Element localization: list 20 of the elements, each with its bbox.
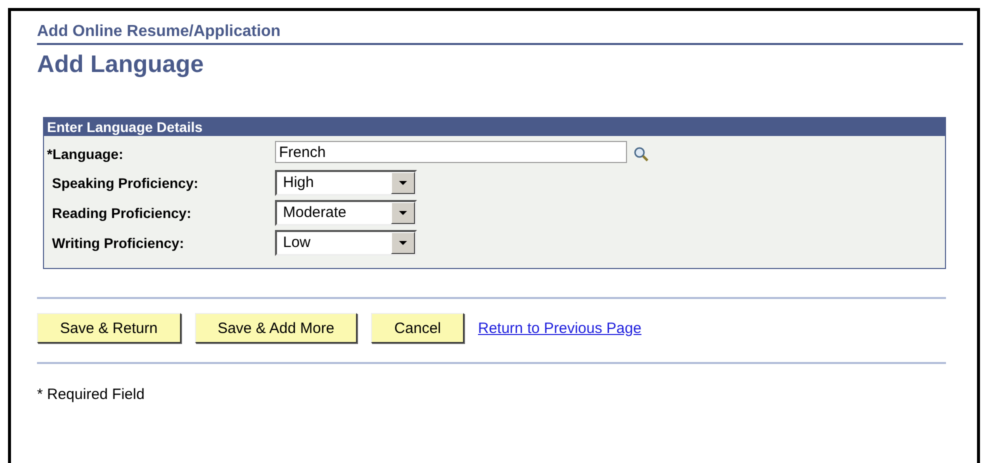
- required-note: * Required Field: [37, 386, 146, 403]
- proficiency-dropdown[interactable]: Moderate: [275, 200, 417, 226]
- caret-icon: [399, 181, 407, 185]
- field-label: *Language:: [47, 146, 124, 162]
- action-button[interactable]: Save & Return: [37, 313, 181, 343]
- page-title: Add Language: [37, 51, 205, 79]
- action-button[interactable]: Save & Add More: [194, 313, 358, 343]
- action-button[interactable]: Cancel: [371, 313, 464, 343]
- field-label: Writing Proficiency:: [51, 235, 185, 251]
- field-label: Speaking Proficiency:: [51, 175, 200, 191]
- proficiency-dropdown[interactable]: High: [275, 170, 417, 196]
- proficiency-dropdown[interactable]: Low: [275, 230, 417, 256]
- caret-icon: [399, 241, 407, 245]
- search-icon[interactable]: [633, 146, 649, 162]
- page-breadcrumb: Add Online Resume/Application: [37, 23, 282, 41]
- language-field[interactable]: French: [275, 141, 627, 163]
- caret-icon: [399, 211, 407, 215]
- field-label: Reading Proficiency:: [51, 205, 192, 221]
- return-link[interactable]: Return to Previous Page: [478, 320, 642, 336]
- section-header: Enter Language Details: [44, 118, 945, 136]
